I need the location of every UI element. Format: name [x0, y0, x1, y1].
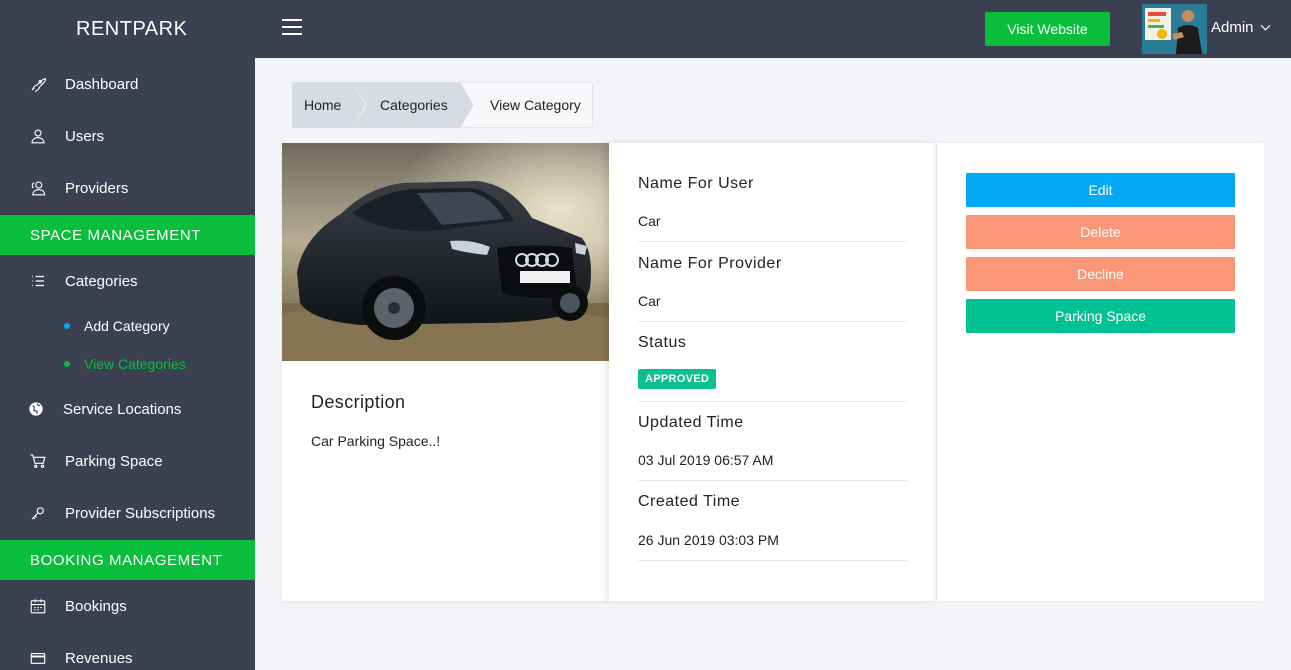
sidebar-item-label: Bookings: [65, 597, 127, 615]
field-value: Car: [638, 213, 661, 229]
category-actions-card: Edit Delete Decline Parking Space: [937, 143, 1264, 601]
users-icon: [28, 178, 48, 198]
breadcrumb-categories[interactable]: Categories: [352, 82, 475, 128]
bullet-dot: [64, 323, 70, 329]
field-status: Status APPROVED: [638, 332, 907, 402]
field-created-time: Created Time 26 Jun 2019 03:03 PM: [638, 491, 907, 561]
sidebar-item-dashboard[interactable]: Dashboard: [0, 60, 255, 108]
sidebar-item-users[interactable]: Users: [0, 112, 255, 160]
globe-icon: [26, 399, 46, 419]
key-icon: [28, 503, 48, 523]
sidebar-item-label: Dashboard: [65, 75, 139, 93]
field-updated-time: Updated Time 03 Jul 2019 06:57 AM: [638, 412, 907, 481]
field-name-for-user: Name For User Car: [638, 173, 907, 242]
sidebar-item-service-locations[interactable]: Service Locations: [0, 385, 255, 433]
brand-logo[interactable]: RENTPARK: [0, 0, 255, 58]
status-badge: APPROVED: [638, 369, 717, 389]
field-label: Created Time: [638, 493, 741, 510]
breadcrumb-label: Categories: [380, 97, 448, 113]
delete-button[interactable]: Delete: [966, 215, 1235, 249]
field-value: 03 Jul 2019 06:57 AM: [638, 452, 774, 468]
sidebar-subitem-add-category[interactable]: Add Category: [0, 311, 255, 341]
category-image-card: Description Car Parking Space..!: [282, 143, 609, 601]
field-label: Updated Time: [638, 414, 744, 431]
sidebar-subitem-view-categories[interactable]: View Categories: [0, 349, 255, 379]
sidebar-item-revenues[interactable]: Revenues: [0, 634, 255, 670]
category-info-card: Name For User Car Name For Provider Car …: [609, 143, 936, 601]
sidebar-item-label: Providers: [65, 179, 129, 197]
admin-label: Admin: [1211, 19, 1254, 36]
cart-icon: [28, 451, 48, 471]
user-icon: [28, 126, 48, 146]
chevron-down-icon: [1260, 19, 1271, 36]
admin-menu[interactable]: Admin: [1211, 19, 1271, 36]
sidebar-item-label: Provider Subscriptions: [65, 504, 216, 522]
sidebar-item-label: Service Locations: [63, 400, 182, 418]
breadcrumb-current: View Category: [460, 82, 593, 128]
sidebar-item-label: Categories: [65, 272, 138, 290]
breadcrumb-home[interactable]: Home: [292, 82, 367, 128]
topbar: Visit Website Admin: [255, 0, 1291, 58]
avatar[interactable]: [1142, 4, 1207, 54]
sidebar-item-label: Users: [65, 127, 105, 145]
breadcrumb-label: View Category: [490, 97, 581, 113]
sidebar-item-label: Revenues: [65, 649, 133, 667]
bullet-dot: [64, 361, 70, 367]
visit-website-button[interactable]: Visit Website: [985, 12, 1110, 46]
rocket-icon: [28, 74, 48, 94]
field-label: Status: [638, 334, 687, 351]
breadcrumb: Home Categories View Category: [292, 82, 593, 128]
sidebar-item-provider-subscriptions[interactable]: Provider Subscriptions: [0, 489, 255, 537]
category-image: [282, 143, 609, 361]
credit-card-icon: [28, 648, 48, 668]
section-booking-management: BOOKING MANAGEMENT: [0, 540, 255, 580]
decline-button[interactable]: Decline: [966, 257, 1235, 291]
breadcrumb-label: Home: [304, 97, 342, 113]
calendar-icon: [28, 596, 48, 616]
description-title: Description: [311, 392, 406, 412]
field-value: 26 Jun 2019 03:03 PM: [638, 532, 779, 548]
sidebar-subitem-label: Add Category: [84, 318, 170, 334]
sidebar-item-label: Parking Space: [65, 452, 163, 470]
field-value: Car: [638, 293, 661, 309]
list-icon: [28, 271, 48, 291]
sidebar-item-categories[interactable]: Categories: [0, 257, 255, 305]
sidebar: RENTPARK Dashboard Users Providers SPACE…: [0, 0, 255, 670]
sidebar-item-parking-space[interactable]: Parking Space: [0, 437, 255, 485]
sidebar-item-bookings[interactable]: Bookings: [0, 582, 255, 630]
parking-space-button[interactable]: Parking Space: [966, 299, 1235, 333]
description-text: Car Parking Space..!: [311, 433, 441, 449]
sidebar-item-providers[interactable]: Providers: [0, 164, 255, 212]
field-name-for-provider: Name For Provider Car: [638, 252, 907, 322]
hamburger-menu-icon[interactable]: [282, 19, 302, 35]
edit-button[interactable]: Edit: [966, 173, 1235, 207]
field-label: Name For User: [638, 175, 754, 192]
field-label: Name For Provider: [638, 255, 782, 272]
section-space-management: SPACE MANAGEMENT: [0, 215, 255, 255]
sidebar-subitem-label: View Categories: [84, 356, 186, 372]
